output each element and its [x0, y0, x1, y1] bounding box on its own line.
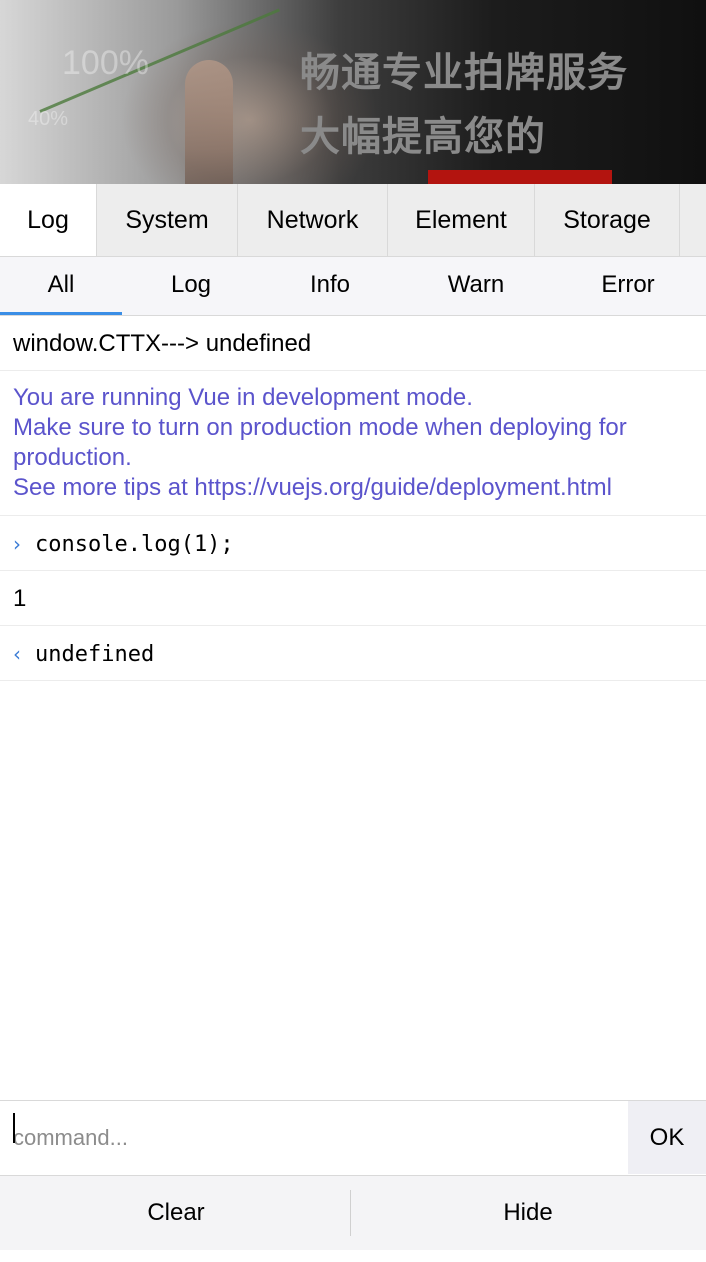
tab-network[interactable]: Network [238, 184, 388, 256]
log-line: production. [13, 444, 132, 471]
hide-button[interactable]: Hide [352, 1176, 704, 1250]
command-text: console.log(1); [35, 532, 234, 557]
footer-toolbar: Clear Hide [0, 1175, 706, 1250]
tab-log[interactable]: Log [0, 184, 97, 256]
log-line: See more tips at https://vuejs.org/guide… [13, 474, 612, 501]
command-input[interactable] [0, 1101, 628, 1174]
log-filter-tabbar: All Log Info Warn Error [0, 257, 706, 316]
subtab-log[interactable]: Log [131, 257, 251, 315]
text-caret [13, 1113, 15, 1143]
subtab-all[interactable]: All [0, 257, 122, 315]
banner-percent-large: 100% [62, 44, 149, 82]
hand-image [185, 60, 233, 184]
log-entry-vue-info: You are running Vue in development mode.… [0, 371, 706, 516]
log-entry-return: ‹ undefined [0, 626, 706, 681]
banner-headline-1: 畅通专业拍牌服务 [300, 50, 628, 96]
return-text: undefined [35, 642, 155, 667]
input-prompt-icon: › [13, 532, 21, 556]
clear-button[interactable]: Clear [0, 1176, 352, 1250]
command-bar: OK [0, 1100, 706, 1175]
subtab-warn[interactable]: Warn [416, 257, 536, 315]
page: 100% 40% 畅通专业拍牌服务 大幅提高您的 Log System Netw… [0, 0, 706, 1262]
tab-system[interactable]: System [97, 184, 238, 256]
banner-percent-small: 40% [28, 108, 69, 130]
log-entry-command: › console.log(1); [0, 516, 706, 571]
vconsole-panel: Log System Network Element Storage All L… [0, 184, 706, 1262]
output-prompt-icon: ‹ [13, 642, 21, 666]
tab-element[interactable]: Element [388, 184, 535, 256]
log-entry-output: 1 [0, 571, 706, 626]
log-line: You are running Vue in development mode. [13, 384, 473, 411]
banner-headline-2: 大幅提高您的 [300, 114, 546, 160]
background-banner: 100% 40% 畅通专业拍牌服务 大幅提高您的 [0, 0, 706, 184]
log-entry: window.CTTX---> undefined [0, 316, 706, 371]
banner-red-badge [428, 170, 612, 184]
subtab-info[interactable]: Info [270, 257, 390, 315]
tab-storage[interactable]: Storage [535, 184, 680, 256]
subtab-error[interactable]: Error [568, 257, 688, 315]
main-tabbar: Log System Network Element Storage [0, 184, 706, 257]
ok-button[interactable]: OK [628, 1101, 706, 1174]
log-line: Make sure to turn on production mode whe… [13, 414, 627, 441]
footer-divider [350, 1190, 351, 1236]
log-list: window.CTTX---> undefined You are runnin… [0, 316, 706, 681]
